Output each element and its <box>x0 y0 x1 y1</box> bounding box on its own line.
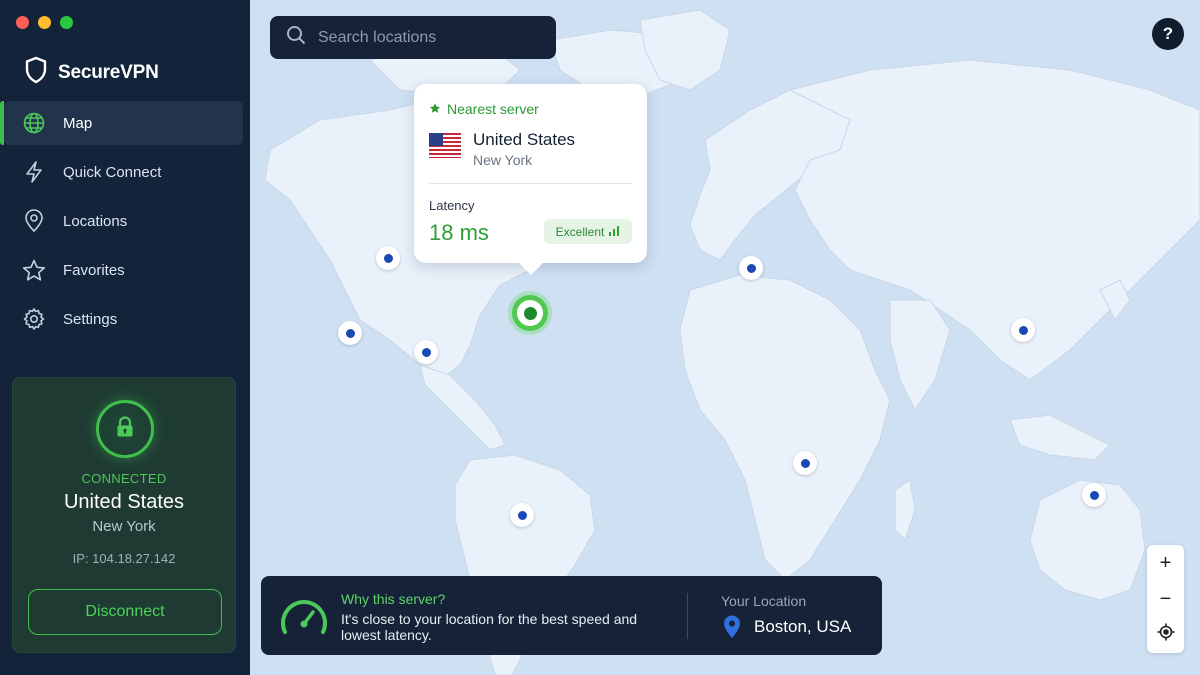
location-pin-icon <box>22 209 46 233</box>
popup-city: New York <box>473 152 533 168</box>
server-pin[interactable] <box>376 246 400 270</box>
latency-value: 18 ms <box>429 220 489 245</box>
shield-logo-icon <box>24 56 48 89</box>
why-server-text: It's close to your location for the best… <box>341 611 638 643</box>
speedometer-icon <box>279 594 329 643</box>
globe-icon <box>22 111 46 135</box>
sidebar-nav: Map Quick Connect Locations Favorites Se… <box>0 101 243 346</box>
connection-status-card: CONNECTED United States New York IP: 104… <box>12 377 236 653</box>
your-location-label: Your Location <box>721 593 807 609</box>
divider <box>687 593 688 639</box>
server-pin[interactable] <box>414 340 438 364</box>
lock-icon <box>115 415 135 443</box>
map-zoom-controls: + − <box>1147 545 1184 653</box>
window-controls <box>16 16 73 29</box>
sidebar-item-label: Locations <box>63 212 128 230</box>
world-map[interactable] <box>250 0 1200 675</box>
divider <box>429 183 632 184</box>
ip-address: IP: 104.18.27.142 <box>72 551 176 566</box>
close-window-button[interactable] <box>16 16 29 29</box>
star-filled-icon <box>429 101 441 117</box>
latency-label: Latency <box>429 198 475 213</box>
minimize-window-button[interactable] <box>38 16 51 29</box>
help-button[interactable]: ? <box>1152 18 1184 50</box>
us-flag-icon <box>429 133 461 158</box>
quality-label: Excellent <box>555 224 605 239</box>
zoom-out-button[interactable]: − <box>1147 581 1184 617</box>
why-server-title: Why this server? <box>341 591 446 607</box>
selected-server-pin[interactable] <box>508 291 552 335</box>
quality-badge: Excellent <box>544 219 632 244</box>
connection-state: CONNECTED <box>81 471 167 486</box>
sidebar-item-label: Settings <box>63 310 118 328</box>
sidebar-item-quick-connect[interactable]: Quick Connect <box>4 150 243 194</box>
sidebar-item-locations[interactable]: Locations <box>4 199 243 243</box>
app-name: SecureVPN <box>58 61 159 83</box>
lock-status <box>90 394 160 464</box>
sidebar: SecureVPN Map Quick Connect Locations Fa… <box>0 0 250 675</box>
maximize-window-button[interactable] <box>60 16 73 29</box>
search-icon <box>286 25 306 50</box>
connected-city: New York <box>92 518 156 535</box>
recenter-button[interactable] <box>1147 617 1184 653</box>
search-input[interactable]: Search locations <box>318 29 436 47</box>
search-bar[interactable]: Search locations <box>270 16 556 59</box>
server-pin[interactable] <box>1082 483 1106 507</box>
connected-country: United States <box>63 491 185 513</box>
sidebar-item-settings[interactable]: Settings <box>4 297 243 341</box>
gear-icon <box>22 307 46 331</box>
sidebar-item-favorites[interactable]: Favorites <box>4 248 243 292</box>
world-map-land <box>264 9 1200 675</box>
zoom-in-button[interactable]: + <box>1147 545 1184 581</box>
server-pin[interactable] <box>510 503 534 527</box>
sidebar-item-label: Map <box>63 114 93 132</box>
server-pin[interactable] <box>739 256 763 280</box>
popup-heading-label: Nearest server <box>447 101 539 117</box>
location-pin-icon <box>723 615 741 644</box>
nearest-server-popup[interactable]: Nearest server United States New York La… <box>414 84 647 275</box>
disconnect-button[interactable]: Disconnect <box>28 589 222 635</box>
your-location-value: Boston, USA <box>754 617 852 636</box>
crosshair-icon <box>1157 623 1175 647</box>
popup-heading: Nearest server <box>429 101 539 117</box>
lightning-icon <box>22 160 46 184</box>
sidebar-item-map[interactable]: Map <box>0 101 243 145</box>
server-pin[interactable] <box>1011 318 1035 342</box>
popup-country: United States <box>473 130 576 149</box>
signal-bars-icon <box>609 225 620 239</box>
server-info-bar: Why this server? It's close to your loca… <box>261 576 882 655</box>
server-pin[interactable] <box>338 321 362 345</box>
sidebar-item-label: Quick Connect <box>63 163 162 181</box>
sidebar-item-label: Favorites <box>63 261 125 279</box>
server-pin[interactable] <box>793 451 817 475</box>
star-icon <box>22 258 46 282</box>
brand: SecureVPN <box>24 56 159 89</box>
